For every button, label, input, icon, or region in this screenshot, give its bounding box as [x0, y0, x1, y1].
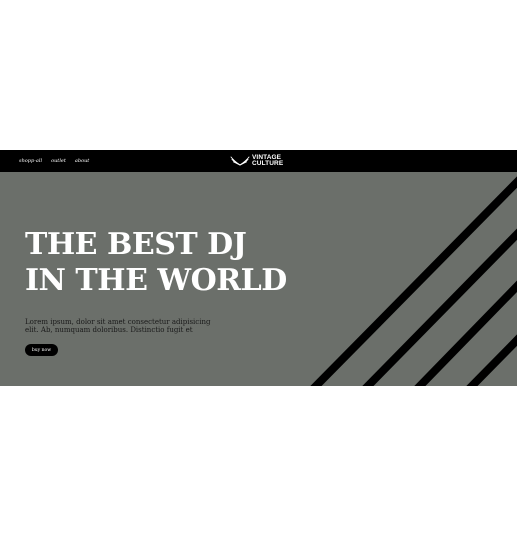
nav-link-outlet[interactable]: outlet	[51, 158, 66, 164]
brand-logo[interactable]: VINTAGE CULTURE	[230, 153, 283, 169]
wings-icon	[230, 156, 250, 166]
brand-wordmark: VINTAGE CULTURE	[252, 154, 284, 167]
brand-line-2: CULTURE	[252, 160, 284, 167]
nav-links: shopp-all outlet about	[19, 150, 89, 172]
hero-headline-line-2: IN THE WORLD	[25, 263, 287, 298]
hero-headline: THE BEST DJ IN THE WORLD	[25, 227, 287, 299]
nav-link-shop-all[interactable]: shopp-all	[19, 158, 42, 164]
hero-description: Lorem ipsum, dolor sit amet consectetur …	[25, 318, 211, 334]
nav-link-about[interactable]: about	[75, 158, 89, 164]
hero-headline-line-1: THE BEST DJ	[25, 227, 247, 262]
top-navbar: shopp-all outlet about VINTAGE CULTURE	[0, 150, 517, 172]
buy-now-button[interactable]: buy now	[25, 344, 58, 356]
hero-banner: THE BEST DJ IN THE WORLD Lorem ipsum, do…	[0, 172, 517, 386]
landing-page: shopp-all outlet about VINTAGE CULTURE T…	[0, 150, 517, 386]
